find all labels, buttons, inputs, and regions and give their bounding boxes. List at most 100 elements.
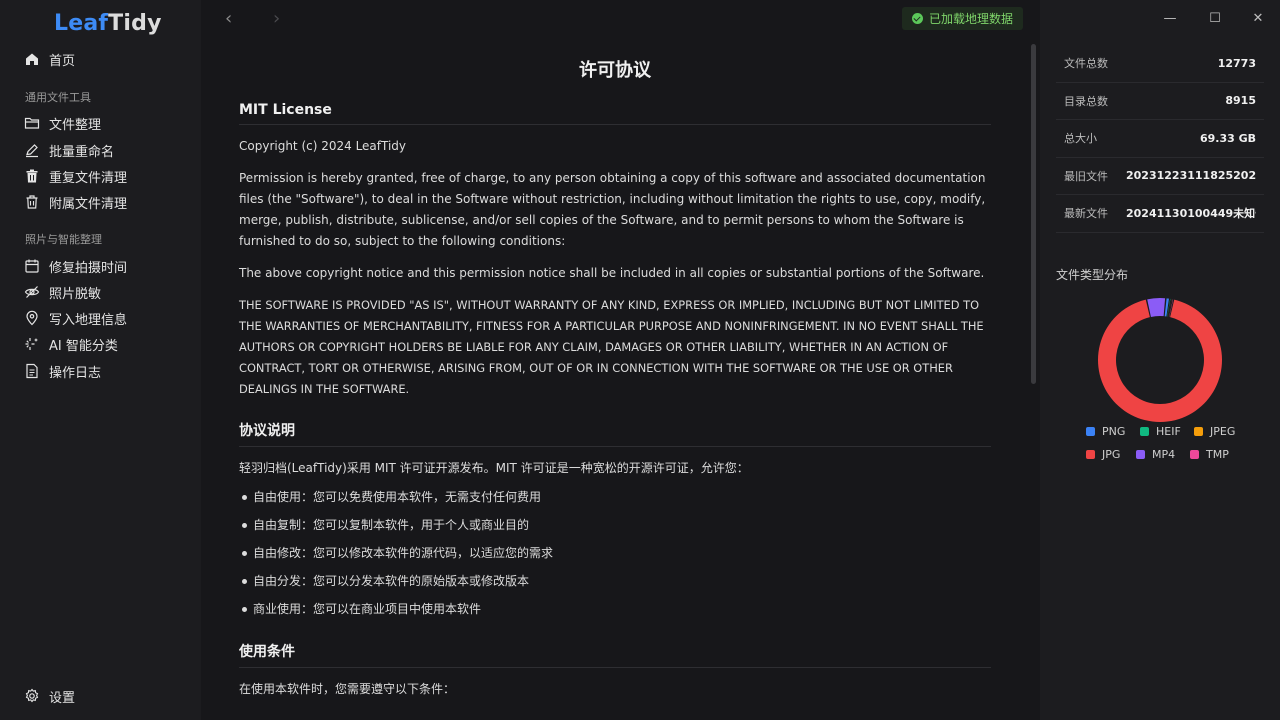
- stats-list: 文件总数 12773 目录总数 8915 总大小 69.33 GB 最旧文件 2…: [1056, 45, 1264, 233]
- sidebar-item-label: 重复文件清理: [49, 170, 128, 186]
- main-content: ‹ › 已加载地理数据 许可协议 MIT License Copyright (…: [201, 0, 1040, 720]
- license-paragraph: Permission is hereby granted, free of ch…: [239, 171, 986, 248]
- trash-icon: [26, 195, 38, 209]
- minimize-button[interactable]: —: [1156, 6, 1184, 30]
- list-item: 商业使用：您可以在商业项目中使用本软件: [239, 595, 991, 623]
- legend-swatch: [1086, 450, 1095, 459]
- stat-label: 最旧文件: [1064, 169, 1108, 183]
- stat-value: 8915: [1225, 94, 1256, 108]
- sidebar-item-label: 修复拍摄时间: [49, 260, 128, 276]
- donut-svg: [1098, 298, 1222, 422]
- stat-total-dirs: 目录总数 8915: [1056, 83, 1264, 120]
- terms-intro: 在使用本软件时，您需要遵守以下条件：: [239, 682, 456, 696]
- list-item: 自由分发：您可以分发本软件的原始版本或修改版本: [239, 567, 991, 595]
- sidebar-item-label: 首页: [49, 53, 76, 69]
- sidebar-item-desensitize[interactable]: 照片脱敏: [24, 280, 101, 304]
- sidebar-item-label: 附属文件清理: [49, 196, 128, 212]
- donut-slice-jpg[interactable]: [1098, 299, 1222, 422]
- section-heading-explain: 协议说明: [239, 420, 991, 447]
- sidebar-item-attachments[interactable]: 附属文件清理: [24, 190, 127, 214]
- gear-icon: [25, 688, 39, 703]
- explain-intro: 轻羽归档(LeafTidy)采用 MIT 许可证开源发布。MIT 许可证是一种宽…: [239, 461, 749, 475]
- sidebar-item-duplicates[interactable]: 重复文件清理: [24, 164, 127, 188]
- legend-item-png[interactable]: PNG: [1086, 425, 1125, 438]
- file-type-donut-chart: [1090, 297, 1230, 427]
- logo-tidy: Tidy: [108, 11, 162, 36]
- sidebar: LeafTidy 首页 通用文件工具 文件整理 批量重命名 重复文件清理 附属文…: [0, 0, 201, 720]
- legend-label: MP4: [1152, 448, 1176, 461]
- home-icon: [26, 53, 38, 65]
- section-heading-mit: MIT License: [239, 102, 991, 125]
- stat-total-files: 文件总数 12773: [1056, 45, 1264, 83]
- license-paragraph: The above copyright notice and this perm…: [239, 266, 985, 280]
- sidebar-section-photo: 照片与智能整理: [25, 233, 102, 246]
- geo-status-label: 已加载地理数据: [929, 12, 1014, 26]
- folder-icon: [24, 117, 40, 129]
- legend-label: JPEG: [1210, 425, 1236, 438]
- stat-oldest-file: 最旧文件 20231223111825202312...: [1056, 158, 1264, 195]
- sidebar-item-label: 设置: [49, 690, 76, 706]
- app-logo: LeafTidy: [54, 11, 162, 36]
- sidebar-item-label: 文件整理: [49, 117, 102, 133]
- legend-swatch: [1136, 450, 1145, 459]
- back-button[interactable]: ‹: [225, 8, 232, 29]
- legend-item-heif[interactable]: HEIF: [1140, 425, 1181, 438]
- stat-label: 总大小: [1064, 132, 1097, 146]
- legend-item-tmp[interactable]: TMP: [1190, 448, 1229, 461]
- sidebar-item-label: 照片脱敏: [49, 286, 102, 302]
- legend-item-jpeg[interactable]: JPEG: [1194, 425, 1235, 438]
- legend-item-jpg[interactable]: JPG: [1086, 448, 1120, 461]
- legend-label: PNG: [1102, 425, 1126, 438]
- logo-leaf: Leaf: [54, 11, 109, 36]
- list-item: 自由使用：您可以免费使用本软件，无需支付任何费用: [239, 483, 991, 511]
- stat-value: 20241130100449未知省...: [1126, 207, 1256, 221]
- legend-swatch: [1194, 427, 1203, 436]
- sidebar-item-ai-classify[interactable]: AI 智能分类: [24, 332, 118, 356]
- donut-slice-mp4[interactable]: [1147, 298, 1166, 317]
- sidebar-section-general: 通用文件工具: [25, 91, 91, 104]
- list-item: 自由修改：您可以修改本软件的源代码，以适应您的需求: [239, 539, 991, 567]
- copyright-text: Copyright (c) 2024 LeafTidy: [239, 139, 407, 153]
- location-pin-icon: [26, 310, 38, 326]
- sidebar-item-label: AI 智能分类: [49, 338, 118, 354]
- scrollbar[interactable]: [1031, 44, 1036, 384]
- legend-label: HEIF: [1156, 425, 1181, 438]
- sidebar-item-fix-time[interactable]: 修复拍摄时间: [24, 254, 127, 278]
- trash-filled-icon: [26, 169, 38, 183]
- maximize-button[interactable]: ☐: [1201, 6, 1229, 30]
- sidebar-item-rename[interactable]: 批量重命名: [24, 138, 114, 162]
- eye-off-icon: [24, 286, 40, 298]
- legend-swatch: [1140, 427, 1149, 436]
- sidebar-item-label: 批量重命名: [49, 144, 115, 160]
- stat-label: 最新文件: [1064, 207, 1108, 221]
- calendar-icon: [25, 259, 39, 273]
- permission-list: 自由使用：您可以免费使用本软件，无需支付任何费用 自由复制：您可以复制本软件，用…: [239, 483, 991, 623]
- legend-label: JPG: [1102, 448, 1121, 461]
- sidebar-item-home[interactable]: 首页: [24, 47, 75, 71]
- stat-value: 20231223111825202312...: [1126, 169, 1256, 183]
- legend-label: TMP: [1206, 448, 1229, 461]
- sidebar-item-geo[interactable]: 写入地理信息: [24, 306, 127, 330]
- stats-panel: — ☐ ✕ 文件总数 12773 目录总数 8915 总大小 69.33 GB …: [1040, 0, 1280, 720]
- stat-newest-file: 最新文件 20241130100449未知省...: [1056, 195, 1264, 233]
- legend-swatch: [1190, 450, 1199, 459]
- file-type-chart-title: 文件类型分布: [1056, 268, 1129, 282]
- stat-label: 目录总数: [1064, 94, 1108, 108]
- legend-item-mp4[interactable]: MP4: [1136, 448, 1175, 461]
- close-button[interactable]: ✕: [1244, 6, 1272, 30]
- sidebar-item-label: 操作日志: [49, 365, 102, 381]
- geo-data-status-badge: 已加载地理数据: [902, 7, 1023, 30]
- forward-button[interactable]: ›: [273, 8, 280, 29]
- sidebar-item-organize[interactable]: 文件整理: [24, 111, 101, 135]
- list-item: 自由复制：您可以复制本软件，用于个人或商业目的: [239, 511, 991, 539]
- donut-slice-png[interactable]: [1164, 298, 1169, 317]
- sidebar-item-settings[interactable]: 设置: [24, 684, 75, 708]
- section-heading-terms: 使用条件: [239, 641, 991, 668]
- sidebar-item-log[interactable]: 操作日志: [24, 359, 101, 383]
- stat-value: 12773: [1217, 56, 1256, 70]
- sidebar-item-label: 写入地理信息: [49, 312, 128, 328]
- check-circle-icon: [912, 13, 923, 24]
- license-paragraph: THE SOFTWARE IS PROVIDED "AS IS", WITHOU…: [239, 298, 984, 396]
- sparkle-icon: [25, 338, 38, 350]
- document-icon: [26, 363, 38, 379]
